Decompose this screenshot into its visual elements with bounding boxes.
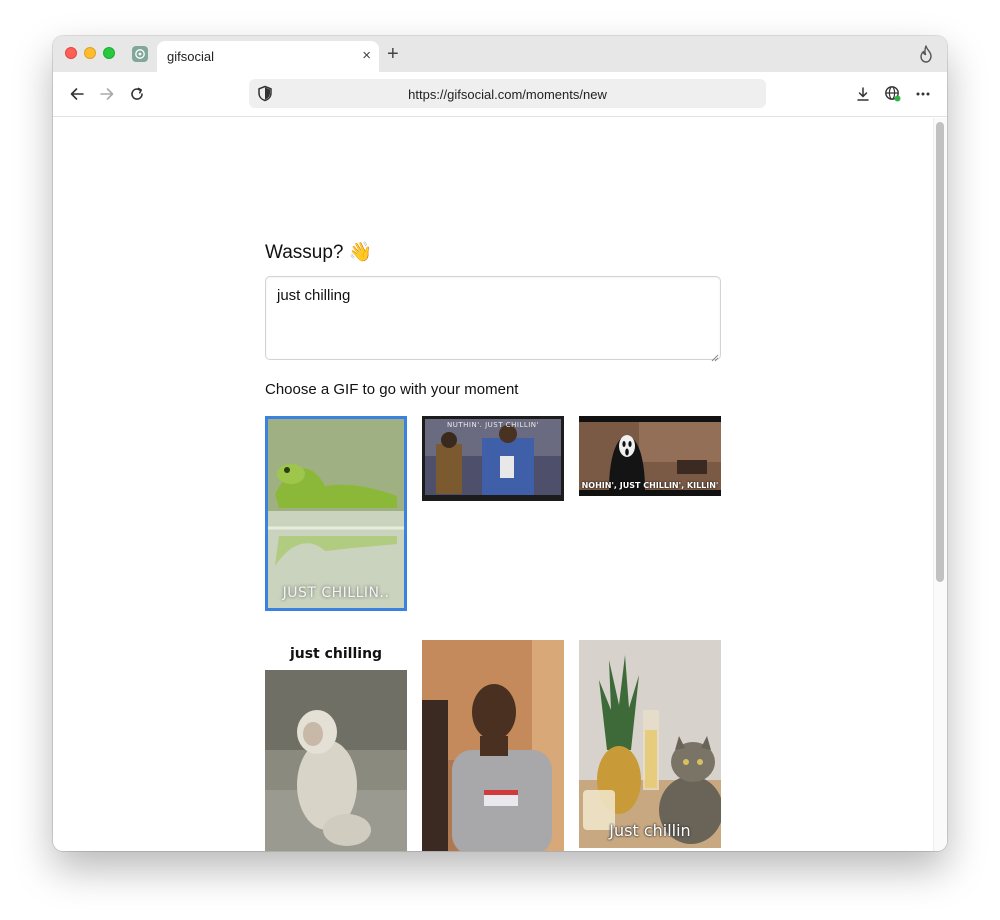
close-window-button[interactable] bbox=[65, 47, 77, 59]
gif-prompt-label: Choose a GIF to go with your moment bbox=[265, 381, 519, 398]
gif-option-scream[interactable]: NOHIN', JUST CHILLIN', KILLIN' bbox=[579, 416, 721, 496]
tab-bar: gifsocial × + bbox=[53, 36, 947, 72]
gif-option-man[interactable] bbox=[422, 640, 564, 851]
cat-gif-image bbox=[579, 640, 721, 848]
scrollbar-thumb[interactable] bbox=[936, 122, 944, 582]
gif-caption: NUTHIN'. JUST CHILLIN' bbox=[447, 421, 539, 429]
gif-caption: Just chillin bbox=[609, 821, 691, 840]
active-tab[interactable]: gifsocial × bbox=[157, 41, 379, 72]
frog-gif-image bbox=[265, 416, 407, 611]
download-icon[interactable] bbox=[853, 84, 873, 104]
tab-close-icon[interactable]: × bbox=[362, 47, 371, 65]
scrollbar[interactable] bbox=[933, 118, 947, 851]
minimize-window-button[interactable] bbox=[84, 47, 96, 59]
gif-option-cat[interactable]: Just chillin bbox=[579, 640, 721, 848]
gif-option-monkey[interactable]: just chilling bbox=[265, 640, 407, 851]
forward-arrow-icon[interactable] bbox=[97, 84, 117, 104]
resize-grip-icon[interactable] bbox=[711, 349, 719, 367]
address-bar[interactable]: https://gifsocial.com/moments/new bbox=[249, 79, 766, 108]
monkey-gif-image bbox=[265, 640, 407, 851]
gif-option-nuthin[interactable]: NUTHIN'. JUST CHILLIN' bbox=[422, 416, 564, 501]
moment-text-input[interactable]: just chilling bbox=[265, 276, 721, 360]
reload-icon[interactable] bbox=[127, 84, 147, 104]
page-title: Wassup? 👋 bbox=[265, 242, 373, 263]
site-favicon-icon bbox=[132, 46, 148, 62]
browser-toolbar: https://gifsocial.com/moments/new bbox=[53, 72, 947, 117]
gif-caption: NOHIN', JUST CHILLIN', KILLIN' bbox=[581, 481, 719, 490]
url-text: https://gifsocial.com/moments/new bbox=[408, 87, 607, 102]
gif-caption: JUST CHILLIN.. bbox=[282, 585, 390, 601]
gif-caption: just chilling bbox=[289, 646, 383, 662]
gif-option-frog[interactable]: JUST CHILLIN.. bbox=[265, 416, 407, 611]
page-content: Wassup? 👋 just chilling Choose a GIF to … bbox=[53, 118, 947, 851]
back-arrow-icon[interactable] bbox=[67, 84, 87, 104]
zoom-window-button[interactable] bbox=[103, 47, 115, 59]
new-tab-button[interactable]: + bbox=[387, 43, 399, 65]
more-menu-icon[interactable] bbox=[913, 84, 933, 104]
flame-icon[interactable] bbox=[919, 45, 933, 68]
globe-extension-icon[interactable] bbox=[883, 84, 903, 104]
browser-window: gifsocial × + https://gifsocial.com/mome… bbox=[53, 36, 947, 851]
man-gif-image bbox=[422, 640, 564, 851]
tab-title: gifsocial bbox=[167, 49, 214, 64]
